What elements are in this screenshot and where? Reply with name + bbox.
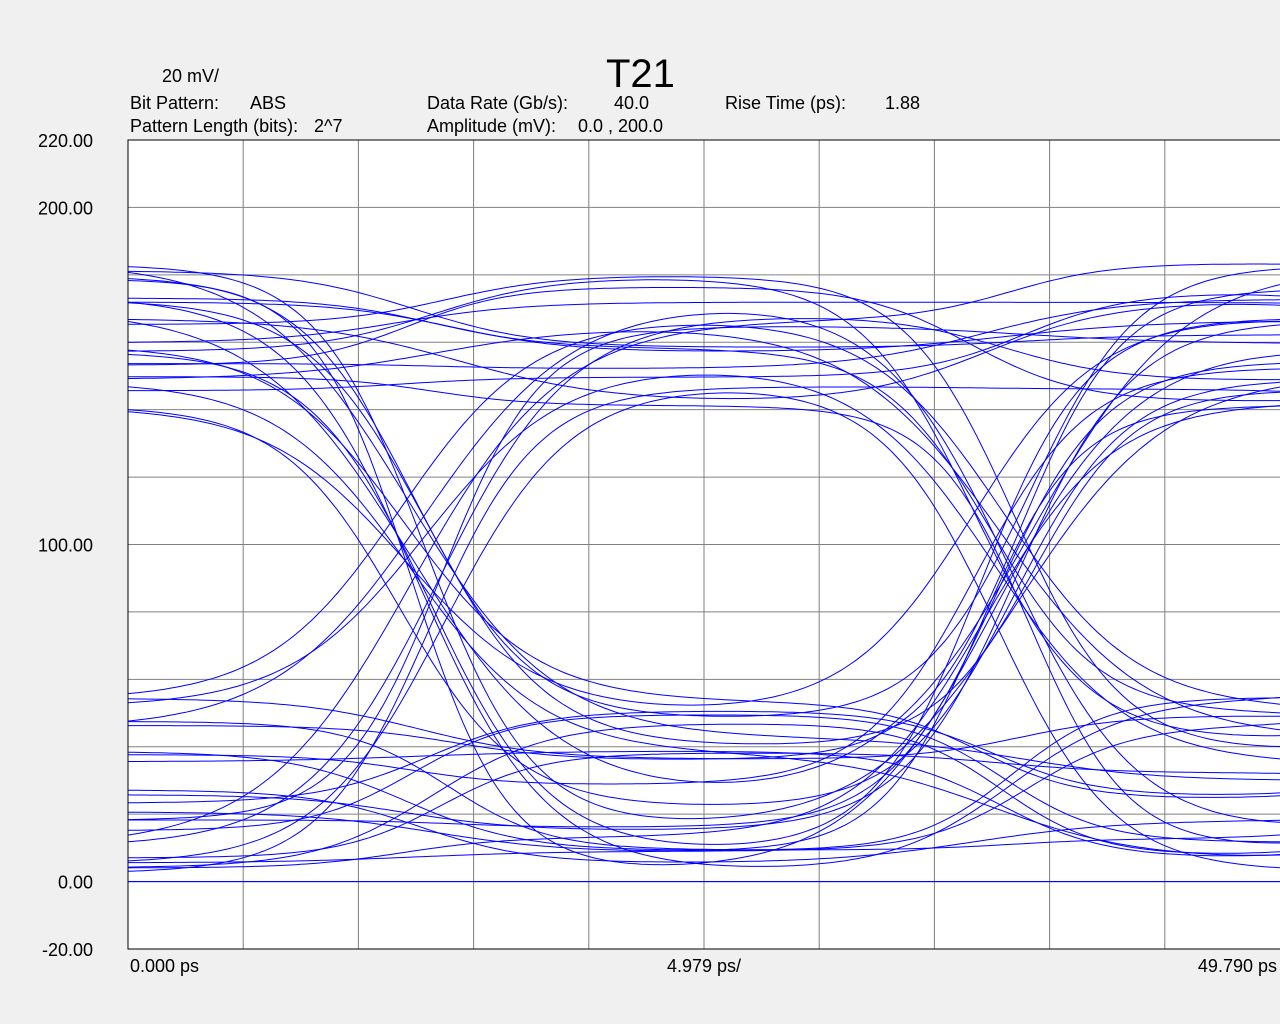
y-tick-label: 220.00 [38,131,93,151]
x-tick-label: 49.790 ps [1198,956,1277,976]
eye-diagram-plot: 220.00 200.00 100.00 0.00 -20.00 0.000 ps 4.97… [38,131,1280,976]
y-tick-label: 100.00 [38,536,93,556]
y-tick-label: 200.00 [38,198,93,218]
x-tick-label: 0.000 ps [130,956,199,976]
y-tick-label: -20.00 [42,940,93,960]
x-tick-label: 4.979 ps/ [667,956,741,976]
y-tick-label: 0.00 [58,873,93,893]
